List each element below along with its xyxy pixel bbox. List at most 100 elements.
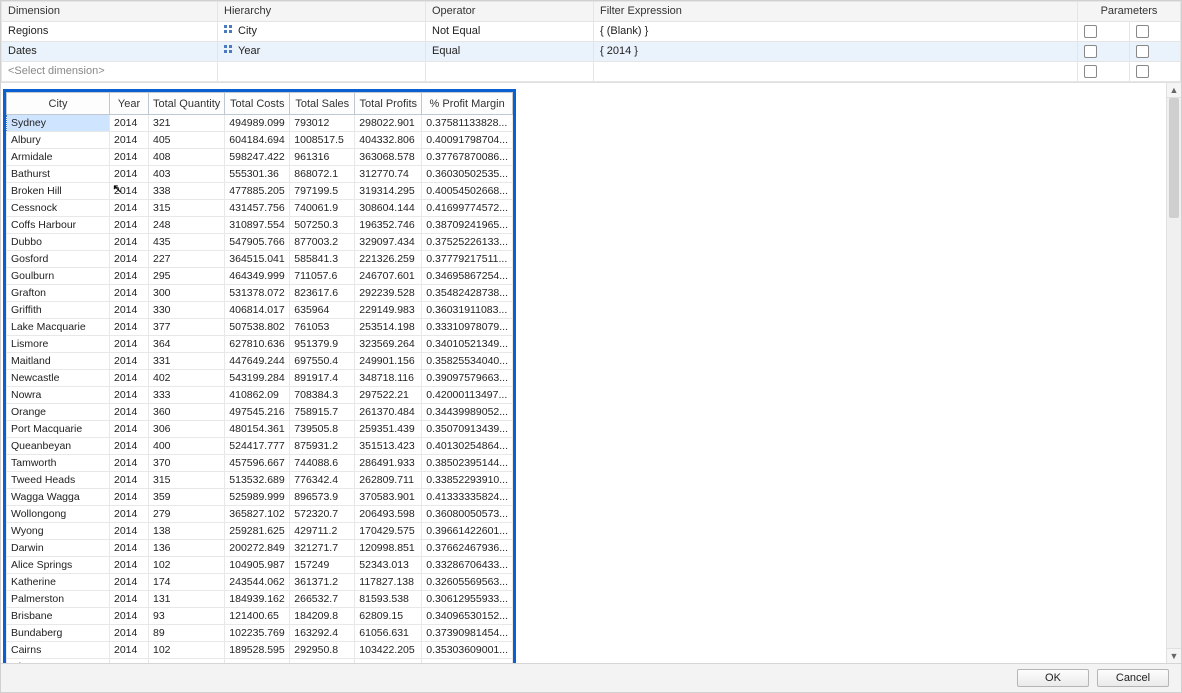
- cell-profit[interactable]: 170429.575: [355, 523, 422, 540]
- cell-sales[interactable]: 507250.3: [290, 217, 355, 234]
- cell-year[interactable]: 2014: [110, 149, 149, 166]
- cell-sales[interactable]: 585841.3: [290, 251, 355, 268]
- cell-sales[interactable]: 823617.6: [290, 285, 355, 302]
- cell-qty[interactable]: 338: [149, 183, 225, 200]
- cell-sales[interactable]: 708384.3: [290, 387, 355, 404]
- cell-margin[interactable]: 0.36084242964...: [422, 659, 513, 664]
- cell-sales[interactable]: 321271.7: [290, 540, 355, 557]
- cell-sales[interactable]: 157249: [290, 557, 355, 574]
- cell-cost[interactable]: 184939.162: [225, 591, 290, 608]
- cell-margin[interactable]: 0.38709241965...: [422, 217, 513, 234]
- cell-year[interactable]: 2014: [110, 217, 149, 234]
- scroll-track[interactable]: [1167, 98, 1181, 648]
- cell-city[interactable]: Gosford: [7, 251, 110, 268]
- cell-city[interactable]: Sydney: [7, 115, 110, 132]
- cell-cost[interactable]: 480154.361: [225, 421, 290, 438]
- scroll-thumb[interactable]: [1169, 98, 1179, 218]
- cell-cost[interactable]: 477885.205: [225, 183, 290, 200]
- cell-margin[interactable]: 0.37581133828...: [422, 115, 513, 132]
- cell-city[interactable]: Orange: [7, 404, 110, 421]
- cell-margin[interactable]: 0.38502395144...: [422, 455, 513, 472]
- cell-city[interactable]: Newcastle: [7, 370, 110, 387]
- cell-margin[interactable]: 0.39097579663...: [422, 370, 513, 387]
- cell-year[interactable]: 2014: [110, 591, 149, 608]
- table-row[interactable]: Darwin2014136200272.849321271.7120998.85…: [7, 540, 513, 557]
- filter-param2-checkbox[interactable]: [1129, 22, 1181, 42]
- cell-cost[interactable]: 259281.625: [225, 523, 290, 540]
- cell-city[interactable]: Lake Macquarie: [7, 319, 110, 336]
- cell-margin[interactable]: 0.35070913439...: [422, 421, 513, 438]
- table-row[interactable]: Orange2014360497545.216758915.7261370.48…: [7, 404, 513, 421]
- cell-qty[interactable]: 321: [149, 115, 225, 132]
- header-operator[interactable]: Operator: [426, 2, 594, 22]
- cell-year[interactable]: 2014: [110, 132, 149, 149]
- cell-sales[interactable]: 891917.4: [290, 370, 355, 387]
- cell-sales[interactable]: 877003.2: [290, 234, 355, 251]
- cell-qty[interactable]: 306: [149, 421, 225, 438]
- cell-margin[interactable]: 0.36080050573...: [422, 506, 513, 523]
- cell-city[interactable]: Broken Hill: [7, 183, 110, 200]
- cell-year[interactable]: 2014: [110, 200, 149, 217]
- filter-param1-checkbox[interactable]: [1078, 62, 1130, 82]
- cell-cost[interactable]: 525989.999: [225, 489, 290, 506]
- cell-cost[interactable]: 200272.849: [225, 540, 290, 557]
- cell-year[interactable]: 2014: [110, 642, 149, 659]
- cell-qty[interactable]: 102: [149, 642, 225, 659]
- cell-cost[interactable]: 365827.102: [225, 506, 290, 523]
- cell-profit[interactable]: 117827.138: [355, 574, 422, 591]
- cell-cost[interactable]: 507538.802: [225, 319, 290, 336]
- cell-margin[interactable]: 0.35482428738...: [422, 285, 513, 302]
- cell-year[interactable]: 2014: [110, 421, 149, 438]
- cell-profit[interactable]: 363068.578: [355, 149, 422, 166]
- col-sales[interactable]: Total Sales: [290, 93, 355, 115]
- table-row[interactable]: Wagga Wagga2014359525989.999896573.93705…: [7, 489, 513, 506]
- cell-qty[interactable]: 136: [149, 540, 225, 557]
- cell-cost[interactable]: 547905.766: [225, 234, 290, 251]
- cell-year[interactable]: 2014: [110, 234, 149, 251]
- cell-profit[interactable]: 81593.538: [355, 591, 422, 608]
- cell-cost[interactable]: 310897.554: [225, 217, 290, 234]
- cell-qty[interactable]: 227: [149, 251, 225, 268]
- filter-param1-checkbox[interactable]: [1078, 22, 1130, 42]
- cell-year[interactable]: 2014: [110, 455, 149, 472]
- cell-sales[interactable]: 896573.9: [290, 489, 355, 506]
- cell-cost[interactable]: 524417.777: [225, 438, 290, 455]
- cell-cost[interactable]: 555301.36: [225, 166, 290, 183]
- cell-sales[interactable]: 163292.4: [290, 625, 355, 642]
- cell-cost[interactable]: 598247.422: [225, 149, 290, 166]
- cell-qty[interactable]: 89: [149, 625, 225, 642]
- cell-city[interactable]: Katherine: [7, 574, 110, 591]
- table-row[interactable]: Alice Springs2014102104905.9871572495234…: [7, 557, 513, 574]
- cell-cost[interactable]: 464349.999: [225, 268, 290, 285]
- cell-year[interactable]: 2014: [110, 438, 149, 455]
- table-row[interactable]: Armidale2014408598247.422961316363068.57…: [7, 149, 513, 166]
- cell-margin[interactable]: 0.35825534040...: [422, 353, 513, 370]
- cell-sales[interactable]: 776342.4: [290, 472, 355, 489]
- filter-row[interactable]: Regions City Not Equal { (Blank) }: [2, 22, 1181, 42]
- table-row[interactable]: Coffs Harbour2014248310897.554507250.319…: [7, 217, 513, 234]
- cell-profit[interactable]: 370583.901: [355, 489, 422, 506]
- cell-margin[interactable]: 0.41333335824...: [422, 489, 513, 506]
- cell-city[interactable]: Albury: [7, 132, 110, 149]
- cell-margin[interactable]: 0.40130254864...: [422, 438, 513, 455]
- cell-city[interactable]: Wyong: [7, 523, 110, 540]
- cell-year[interactable]: 2014: [110, 319, 149, 336]
- cell-margin[interactable]: 0.37779217511...: [422, 251, 513, 268]
- table-row[interactable]: Griffith2014330406814.017635964229149.98…: [7, 302, 513, 319]
- table-row[interactable]: Brisbane201493121400.65184209.862809.150…: [7, 608, 513, 625]
- cell-year[interactable]: 2014: [110, 404, 149, 421]
- cell-profit[interactable]: 52343.013: [355, 557, 422, 574]
- cell-profit[interactable]: 261370.484: [355, 404, 422, 421]
- cell-cost[interactable]: 410862.09: [225, 387, 290, 404]
- cell-qty[interactable]: 377: [149, 319, 225, 336]
- cell-cost[interactable]: 102235.769: [225, 625, 290, 642]
- cell-profit[interactable]: 312770.74: [355, 166, 422, 183]
- table-row[interactable]: Sydney2014321494989.099793012298022.9010…: [7, 115, 513, 132]
- cell-profit[interactable]: 196352.746: [355, 217, 422, 234]
- cell-margin[interactable]: 0.37525226133...: [422, 234, 513, 251]
- cell-qty[interactable]: 122: [149, 659, 225, 664]
- cell-cost[interactable]: 243544.062: [225, 574, 290, 591]
- cell-profit[interactable]: 62809.15: [355, 608, 422, 625]
- cell-margin[interactable]: 0.32605569563...: [422, 574, 513, 591]
- ok-button[interactable]: OK: [1017, 669, 1089, 687]
